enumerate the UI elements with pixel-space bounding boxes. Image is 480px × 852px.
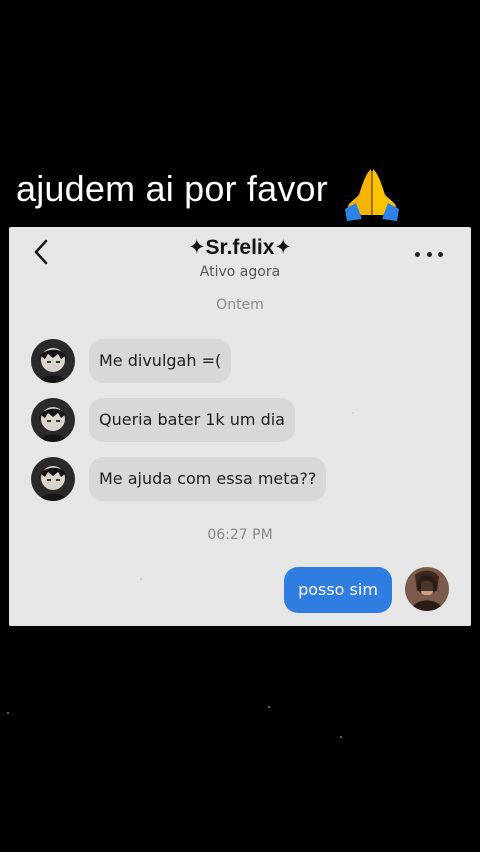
background-speck: [352, 412, 354, 414]
message-row: Queria bater 1k um dia: [31, 397, 295, 443]
avatar[interactable]: [31, 339, 75, 383]
more-horizontal-icon: [415, 251, 420, 257]
caption-text: ajudem ai por favor: [16, 168, 328, 209]
incoming-message[interactable]: Me ajuda com essa meta??: [89, 457, 327, 501]
incoming-message[interactable]: Queria bater 1k um dia: [89, 398, 295, 442]
avatar[interactable]: [31, 398, 75, 442]
background-speck: [340, 736, 342, 738]
caption: ajudem ai por favor: [16, 164, 402, 221]
message-row: Me divulgah =(: [31, 338, 232, 384]
background-speck: [140, 578, 142, 580]
folded-hands-icon: [342, 163, 402, 223]
chat-status: Ativo agora: [199, 264, 281, 280]
incoming-message[interactable]: Me divulgah =(: [89, 339, 232, 383]
chat-title[interactable]: ✦Sr.felix✦: [9, 235, 471, 260]
chat-panel: ✦Sr.felix✦ Ativo agora Ontem Me divulgah…: [9, 227, 471, 626]
time-separator: 06:27 PM: [207, 527, 273, 543]
background-speck: [268, 706, 270, 708]
more-options-button[interactable]: [415, 243, 443, 265]
outgoing-message[interactable]: posso sim: [284, 567, 392, 613]
background-speck: [7, 712, 9, 714]
avatar[interactable]: [31, 457, 75, 501]
self-avatar[interactable]: [405, 567, 449, 611]
message-row: Me ajuda com essa meta??: [31, 456, 327, 502]
date-separator: Ontem: [216, 297, 264, 313]
